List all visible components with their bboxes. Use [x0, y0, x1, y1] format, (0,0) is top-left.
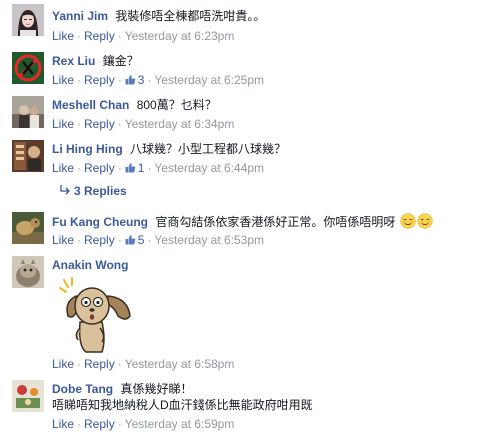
avatar[interactable]: [12, 96, 44, 128]
timestamp[interactable]: Yesterday at 6:53pm: [154, 233, 264, 247]
avatar[interactable]: [12, 140, 44, 172]
reply-link[interactable]: Reply: [84, 417, 115, 431]
commenter-name[interactable]: Fu Kang Cheung: [52, 215, 148, 229]
comment-text: 800萬？乜料？: [136, 98, 217, 112]
timestamp[interactable]: Yesterday at 6:25pm: [154, 73, 264, 87]
view-replies-link[interactable]: 3 Replies: [60, 183, 127, 199]
commenter-name[interactable]: Meshell Chan: [52, 98, 129, 112]
avatar[interactable]: [12, 4, 44, 36]
commenter-name[interactable]: Dobe Tang: [52, 382, 113, 396]
comment-text: 鑲金？: [102, 54, 139, 68]
avatar[interactable]: [12, 212, 44, 244]
avatar[interactable]: [12, 256, 44, 288]
comment-text: 八球幾？小型工程都八球幾？: [130, 142, 287, 156]
like-link[interactable]: Like: [52, 357, 74, 371]
avatar[interactable]: [12, 380, 44, 412]
like-link[interactable]: Like: [52, 161, 74, 175]
like-link[interactable]: Like: [52, 117, 74, 131]
like-link[interactable]: Like: [52, 417, 74, 431]
relieved-face-emoji: [400, 213, 416, 233]
commenter-name[interactable]: Anakin Wong: [52, 258, 128, 272]
timestamp[interactable]: Yesterday at 6:59pm: [125, 417, 235, 431]
commenter-name[interactable]: Rex Liu: [52, 54, 95, 68]
reply-link[interactable]: Reply: [84, 73, 115, 87]
avatar[interactable]: [12, 52, 44, 84]
replies-count[interactable]: 3 Replies: [74, 184, 127, 198]
thumbs-up-icon[interactable]: [125, 162, 136, 176]
comment-text-line2: 唔睇唔知我地納稅人D血汗錢係比無能政府咁用既: [52, 398, 313, 412]
reply-link[interactable]: Reply: [84, 117, 115, 131]
dog-sticker[interactable]: [56, 276, 136, 356]
reply-arrow-icon: [60, 183, 74, 199]
relieved-face-emoji: [417, 213, 433, 233]
reply-link[interactable]: Reply: [84, 233, 115, 247]
like-link[interactable]: Like: [52, 29, 74, 43]
reply-link[interactable]: Reply: [84, 357, 115, 371]
reply-link[interactable]: Reply: [84, 29, 115, 43]
commenter-name[interactable]: Li Hing Hing: [52, 142, 123, 156]
like-link[interactable]: Like: [52, 73, 74, 87]
comment-text: 我裝修唔全棟都唔洗咁貴。。: [115, 9, 266, 23]
comment-text: 真係幾好睇！: [120, 382, 193, 396]
thumbs-up-icon[interactable]: [125, 74, 136, 88]
reply-link[interactable]: Reply: [84, 161, 115, 175]
timestamp[interactable]: Yesterday at 6:58pm: [125, 357, 235, 371]
commenter-name[interactable]: Yanni Jim: [52, 9, 108, 23]
timestamp[interactable]: Yesterday at 6:23pm: [125, 29, 235, 43]
timestamp[interactable]: Yesterday at 6:34pm: [125, 117, 235, 131]
like-link[interactable]: Like: [52, 233, 74, 247]
thumbs-up-icon[interactable]: [125, 234, 136, 248]
timestamp[interactable]: Yesterday at 6:44pm: [154, 161, 264, 175]
comment-text: 官商勾結係依家香港係好正常。你唔係唔明呀: [155, 215, 396, 229]
